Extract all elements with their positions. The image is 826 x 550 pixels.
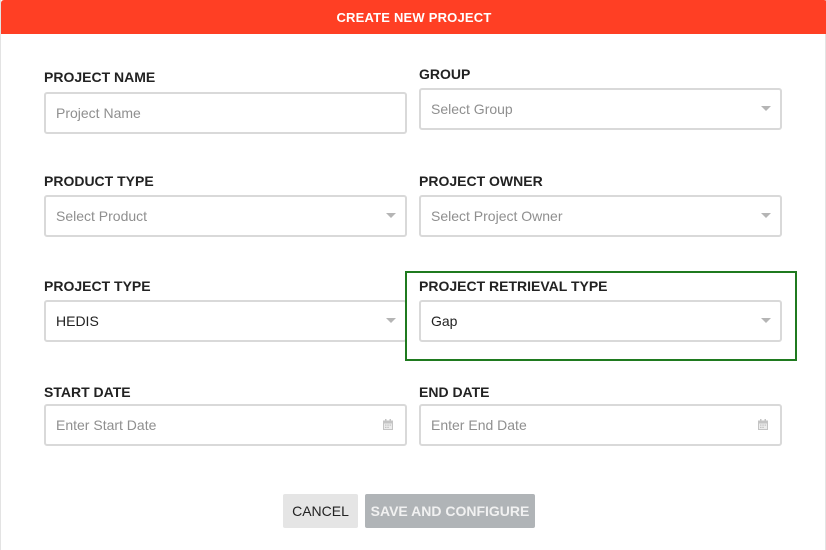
project-name-placeholder: Project Name	[56, 105, 141, 121]
start-date-label: START DATE	[44, 384, 131, 400]
chevron-down-icon	[386, 318, 396, 323]
dialog-title: CREATE NEW PROJECT	[1, 0, 826, 34]
group-placeholder: Select Group	[431, 101, 513, 117]
group-select[interactable]: Select Group	[419, 88, 782, 130]
chevron-down-icon	[761, 106, 771, 111]
project-type-label: PROJECT TYPE	[44, 278, 151, 294]
project-name-label: PROJECT NAME	[44, 69, 156, 85]
project-retrieval-type-label: PROJECT RETRIEVAL TYPE	[419, 278, 608, 294]
end-date-placeholder: Enter End Date	[431, 417, 527, 433]
project-retrieval-type-value: Gap	[431, 313, 458, 329]
project-retrieval-type-select[interactable]: Gap	[419, 300, 782, 342]
group-label: GROUP	[419, 66, 471, 82]
start-date-input[interactable]: Enter Start Date	[44, 404, 407, 446]
product-type-label: PRODUCT TYPE	[44, 173, 154, 189]
product-type-select[interactable]: Select Product	[44, 195, 407, 237]
project-owner-placeholder: Select Project Owner	[431, 208, 563, 224]
chevron-down-icon	[761, 318, 771, 323]
chevron-down-icon	[386, 213, 396, 218]
create-project-dialog: CREATE NEW PROJECT PROJECT NAME Project …	[0, 0, 826, 550]
end-date-input[interactable]: Enter End Date	[419, 404, 782, 446]
product-type-placeholder: Select Product	[56, 208, 148, 224]
start-date-placeholder: Enter Start Date	[56, 417, 157, 433]
project-type-select[interactable]: HEDIS	[44, 300, 407, 342]
save-and-configure-button[interactable]: SAVE AND CONFIGURE	[365, 494, 535, 528]
project-name-input[interactable]: Project Name	[44, 92, 407, 134]
project-owner-label: PROJECT OWNER	[419, 173, 543, 189]
calendar-icon[interactable]	[383, 419, 393, 430]
calendar-icon[interactable]	[758, 419, 768, 430]
chevron-down-icon	[761, 213, 771, 218]
end-date-label: END DATE	[419, 384, 490, 400]
project-owner-select[interactable]: Select Project Owner	[419, 195, 782, 237]
project-type-value: HEDIS	[56, 313, 99, 329]
cancel-button[interactable]: CANCEL	[283, 494, 358, 528]
